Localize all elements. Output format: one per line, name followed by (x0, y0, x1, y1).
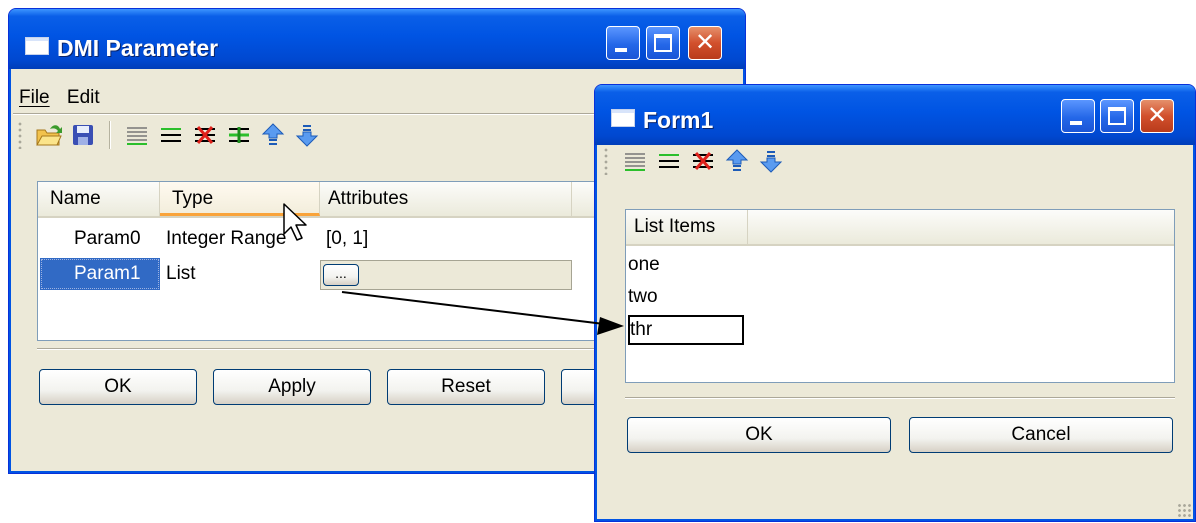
annotation-arrow (341, 291, 624, 335)
